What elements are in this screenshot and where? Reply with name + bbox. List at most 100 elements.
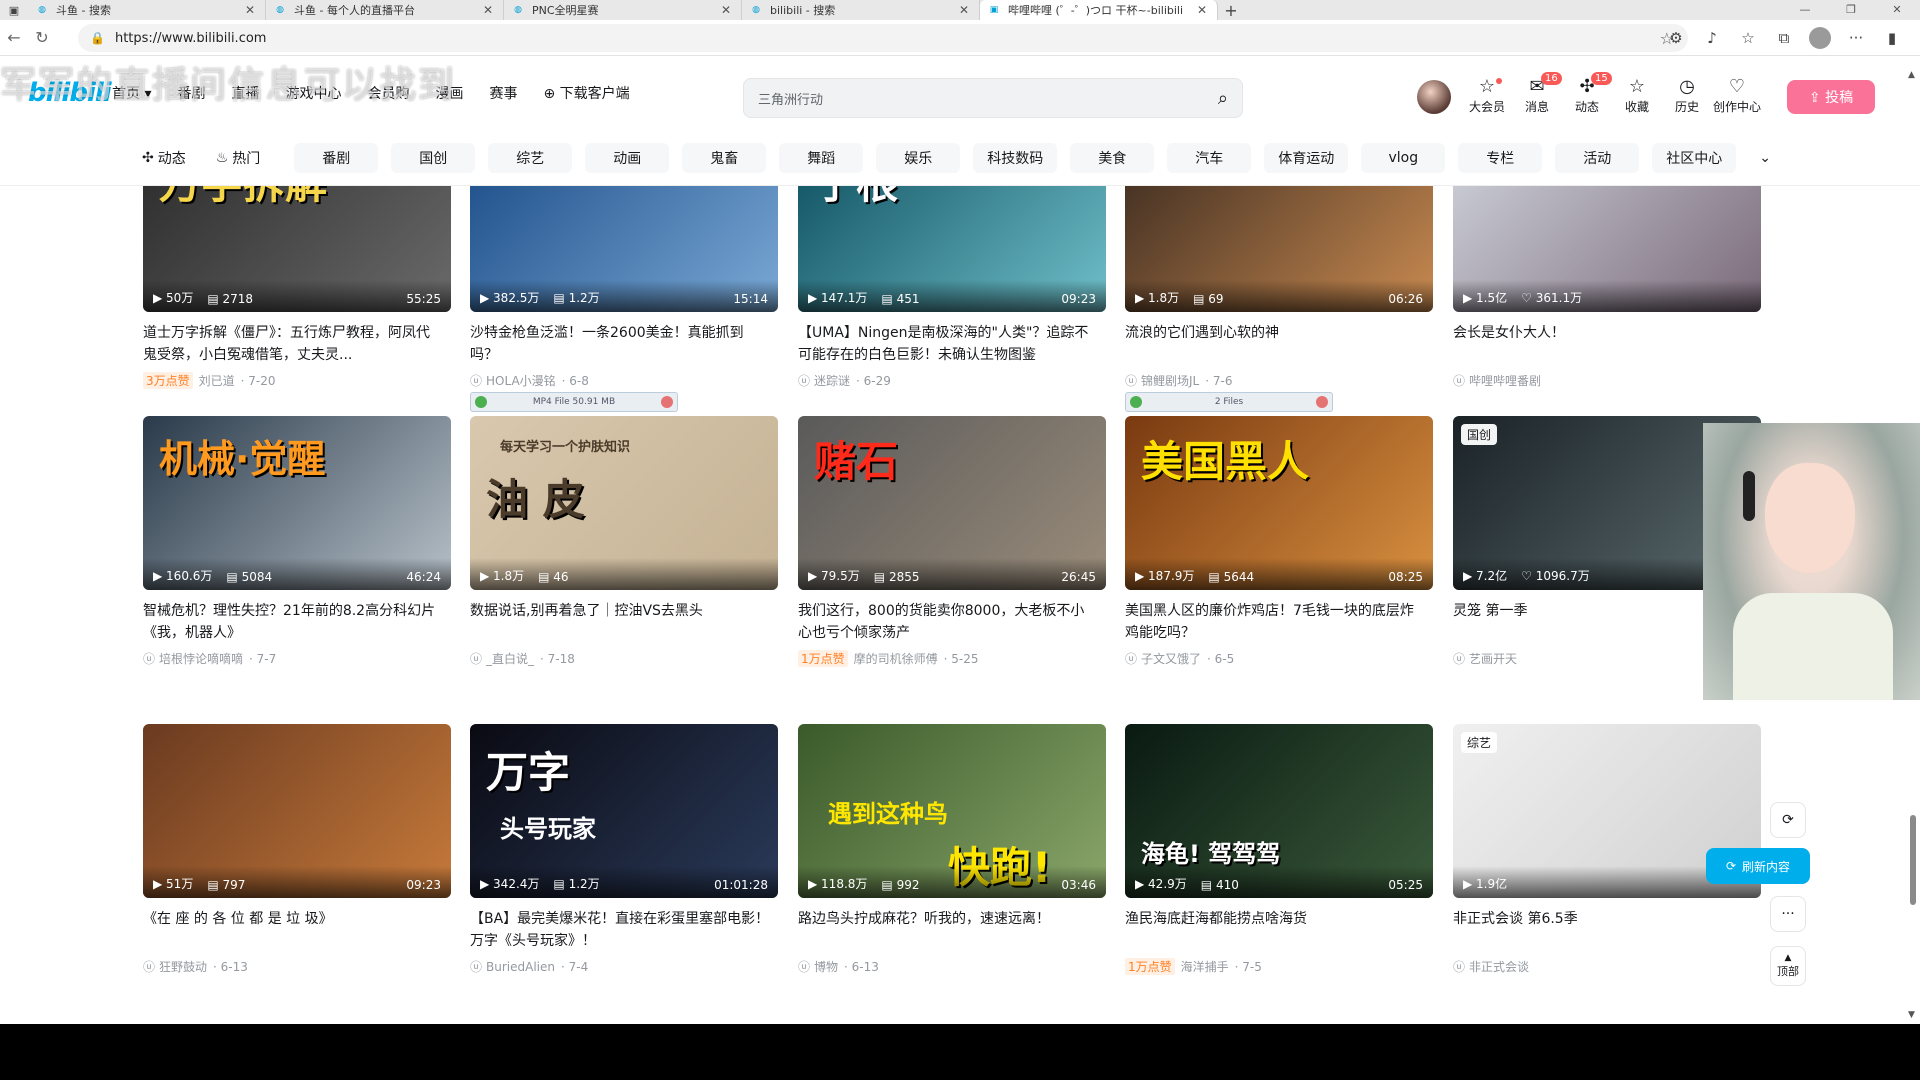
uploader-name[interactable]: 迷踪谜	[814, 372, 850, 389]
channel-chip[interactable]: 汽车	[1167, 142, 1252, 173]
tab-close-icon[interactable]: ✕	[957, 3, 971, 17]
browser-tab[interactable]: ◍ 斗鱼 - 每个人的直播平台 ✕	[266, 0, 504, 20]
video-card[interactable]: 头号玩家 万字 ▶ 342.4万 ▤ 1.2万 01:01:28 【BA】最完美爆米花！直…	[470, 724, 778, 975]
file-download-bar[interactable]: 2 Files	[1125, 392, 1333, 412]
video-thumbnail[interactable]: ▶ 1.8万 ▤ 69 06:26	[1125, 186, 1433, 312]
tab-close-icon[interactable]: ✕	[1195, 3, 1209, 17]
uploader-name[interactable]: BuriedAlien	[486, 960, 555, 974]
channel-chip[interactable]: 社区中心	[1652, 142, 1737, 173]
header-nav-item[interactable]: 首页 ▾	[112, 83, 151, 103]
channel-chip[interactable]: 鬼畜	[682, 142, 767, 173]
video-thumbnail[interactable]: ▶ 1.5亿 ♡ 361.1万	[1453, 186, 1761, 312]
back-icon[interactable]: ←	[0, 28, 28, 47]
video-thumbnail[interactable]: 宁根 ▶ 147.1万 ▤ 451 09:23	[798, 186, 1106, 312]
channel-chip[interactable]: 活动	[1555, 142, 1640, 173]
reload-icon[interactable]: ↻	[28, 28, 56, 47]
video-card[interactable]: ▶ 51万 ▤ 797 09:23 《在 座 的 各 位 都 是 垃 圾》 ⓤ 狂野鼓动 ·…	[143, 724, 451, 975]
refresh-icon-button[interactable]: ⟳	[1770, 802, 1806, 838]
channel-chip[interactable]: 番剧	[294, 142, 379, 173]
close-window-icon[interactable]: ✕	[1874, 0, 1920, 20]
extensions-icon[interactable]: ⚙	[1658, 29, 1694, 47]
channel-chip[interactable]: 国创	[391, 142, 476, 173]
uploader-name[interactable]: 培根悖论嘀嘀嘀	[159, 650, 243, 667]
header-icon-2[interactable]: ✣ 动态 15	[1562, 72, 1612, 115]
channel-chip[interactable]: 体育运动	[1264, 142, 1349, 173]
uploader-name[interactable]: HOLA小漫铭	[486, 372, 556, 389]
channel-chip[interactable]: 娱乐	[876, 142, 961, 173]
browser-tab[interactable]: ▣ 哔哩哔哩 (゜-゜)つロ 干杯~-bilibili ✕	[980, 0, 1218, 20]
chevron-down-icon[interactable]: ⌄	[1759, 150, 1771, 166]
video-card[interactable]: ▶ 1.8万 ▤ 69 06:26 流浪的它们遇到心软的神 ⓤ 锦鲤剧场JL · 7-6	[1125, 186, 1433, 389]
uploader-name[interactable]: 摩的司机徐师傅	[854, 650, 938, 667]
channel-chip[interactable]: 舞蹈	[779, 142, 864, 173]
video-card[interactable]: 每天学习一个护肤知识油 皮 ▶ 1.8万 ▤ 46 数据说话,别再着急了｜控油VS去黑…	[470, 416, 778, 667]
video-thumbnail[interactable]: 每天学习一个护肤知识油 皮 ▶ 1.8万 ▤ 46	[470, 416, 778, 590]
video-card[interactable]: ▶ 1.5亿 ♡ 361.1万 会长是女仆大人！ ⓤ 哔哩哔哩番剧	[1453, 186, 1761, 389]
more-menu-icon[interactable]: ···	[1838, 29, 1874, 47]
video-title[interactable]: 美国黑人区的廉价炸鸡店！7毛钱一块的底层炸鸡能吃吗？	[1125, 600, 1433, 644]
channel-chip[interactable]: 专栏	[1458, 142, 1543, 173]
video-thumbnail[interactable]: $2600▶ 382.5万▤ 1.2万15:14	[470, 186, 778, 312]
video-card[interactable]: 美国黑人 ▶ 187.9万 ▤ 5644 08:25 美国黑人区的廉价炸鸡店！7毛钱一块…	[1125, 416, 1433, 667]
video-thumbnail[interactable]: 头号玩家 万字 ▶ 342.4万 ▤ 1.2万 01:01:28	[470, 724, 778, 898]
video-title[interactable]: 数据说话,别再着急了｜控油VS去黑头	[470, 600, 778, 644]
browser-tab[interactable]: ◍ PNC全明星赛 ✕	[504, 0, 742, 20]
back-to-top-button[interactable]: ▲ 顶部	[1770, 946, 1806, 986]
video-title[interactable]: 会长是女仆大人！	[1453, 322, 1761, 366]
header-nav-item[interactable]: 赛事	[489, 83, 517, 103]
header-nav-item[interactable]: ⊕ 下载客户端	[543, 83, 629, 103]
file-download-bar[interactable]: MP4 File 50.91 MB	[470, 392, 678, 412]
video-title[interactable]: 沙特金枪鱼泛滥！一条2600美金！真能抓到吗？	[470, 322, 778, 366]
header-icon-1[interactable]: ✉ 消息 16	[1512, 72, 1562, 115]
scrollbar-thumb[interactable]	[1910, 815, 1916, 905]
uploader-name[interactable]: 刘已道	[199, 372, 235, 389]
channel-chip[interactable]: 动画	[585, 142, 670, 173]
minimize-icon[interactable]: —	[1782, 0, 1828, 20]
video-title[interactable]: 渔民海底赶海都能捞点啥海货	[1125, 908, 1433, 952]
user-avatar[interactable]	[1417, 80, 1451, 114]
favorites-icon[interactable]: ☆	[1730, 29, 1766, 47]
uploader-name[interactable]: 哔哩哔哩番剧	[1469, 372, 1541, 389]
video-card[interactable]: 遇到这种鸟快跑!▶ 118.8万▤ 99203:46路边鸟头拧成麻花？听我的，速…	[798, 724, 1106, 975]
channel-chip[interactable]: vlog	[1361, 142, 1446, 173]
page-scrollbar[interactable]: ▲ ▼	[1906, 70, 1920, 1020]
video-thumbnail[interactable]: 赌石 ▶ 79.5万 ▤ 2855 26:45	[798, 416, 1106, 590]
video-title[interactable]: 智械危机？理性失控？21年前的8.2高分科幻片《我，机器人》	[143, 600, 451, 644]
video-thumbnail[interactable]: 遇到这种鸟快跑!▶ 118.8万▤ 99203:46	[798, 724, 1106, 898]
uploader-name[interactable]: _直白说_	[486, 650, 534, 667]
collections-icon[interactable]: ⧉	[1766, 29, 1802, 47]
header-icon-5[interactable]: ♡ 创作中心	[1712, 76, 1762, 115]
browser-tab[interactable]: ◍ bilibili - 搜索 ✕	[742, 0, 980, 20]
sidebar-icon[interactable]: ♪	[1694, 29, 1730, 47]
header-nav-item[interactable]: 漫画	[435, 83, 463, 103]
channel-hot[interactable]: ♨ 热门	[216, 148, 265, 168]
video-thumbnail[interactable]: ▶ 51万 ▤ 797 09:23	[143, 724, 451, 898]
scroll-down-icon[interactable]: ▼	[1908, 1010, 1915, 1020]
new-tab-button[interactable]: +	[1218, 1, 1244, 20]
video-thumbnail[interactable]: 机械·觉醒 ▶ 160.6万 ▤ 5084 46:24	[143, 416, 451, 590]
tab-actions-icon[interactable]: ▣	[0, 0, 28, 20]
uploader-name[interactable]: 狂野鼓动	[159, 958, 207, 975]
tab-close-icon[interactable]: ✕	[243, 3, 257, 17]
uploader-name[interactable]: 博物	[814, 958, 838, 975]
scroll-up-icon[interactable]: ▲	[1908, 70, 1915, 80]
header-nav-item[interactable]: 游戏中心	[285, 83, 341, 103]
video-title[interactable]: 道士万字拆解《僵尸》：五行炼尸教程，阿凤代鬼受祭，小白冤魂借笔，丈夫灵...	[143, 322, 451, 366]
video-card[interactable]: 机械·觉醒 ▶ 160.6万 ▤ 5084 46:24 智械危机？理性失控？21年前的8…	[143, 416, 451, 667]
close-circle-icon[interactable]	[661, 396, 673, 408]
tab-close-icon[interactable]: ✕	[719, 3, 733, 17]
video-title[interactable]: 《在 座 的 各 位 都 是 垃 圾》	[143, 908, 451, 952]
video-card[interactable]: 宁根 ▶ 147.1万 ▤ 451 09:23 【UMA】Ningen是南极深海的"人类…	[798, 186, 1106, 389]
bilibili-logo[interactable]: bilibili	[28, 78, 112, 108]
uploader-name[interactable]: 非正式会谈	[1469, 958, 1529, 975]
video-card[interactable]: $2600▶ 382.5万▤ 1.2万15:14 沙特金枪鱼泛滥！一条2600美金…	[470, 186, 778, 389]
close-circle-icon[interactable]	[1316, 396, 1328, 408]
search-icon[interactable]: ⌕	[1218, 88, 1228, 109]
header-nav-item[interactable]: 番剧	[177, 83, 205, 103]
browser-tab[interactable]: ◍ 斗鱼 - 搜索 ✕	[28, 0, 266, 20]
video-title[interactable]: 【BA】最完美爆米花！直接在彩蛋里塞部电影！万字《头号玩家》！	[470, 908, 778, 952]
video-title[interactable]: 我们这行，800的货能卖你8000，大老板不小心也亏个倾家荡产	[798, 600, 1106, 644]
upload-button[interactable]: ⇪ 投稿	[1787, 80, 1875, 114]
header-nav-item[interactable]: 会员购	[367, 83, 409, 103]
channel-dynamic[interactable]: ✣ 动态	[142, 148, 190, 168]
